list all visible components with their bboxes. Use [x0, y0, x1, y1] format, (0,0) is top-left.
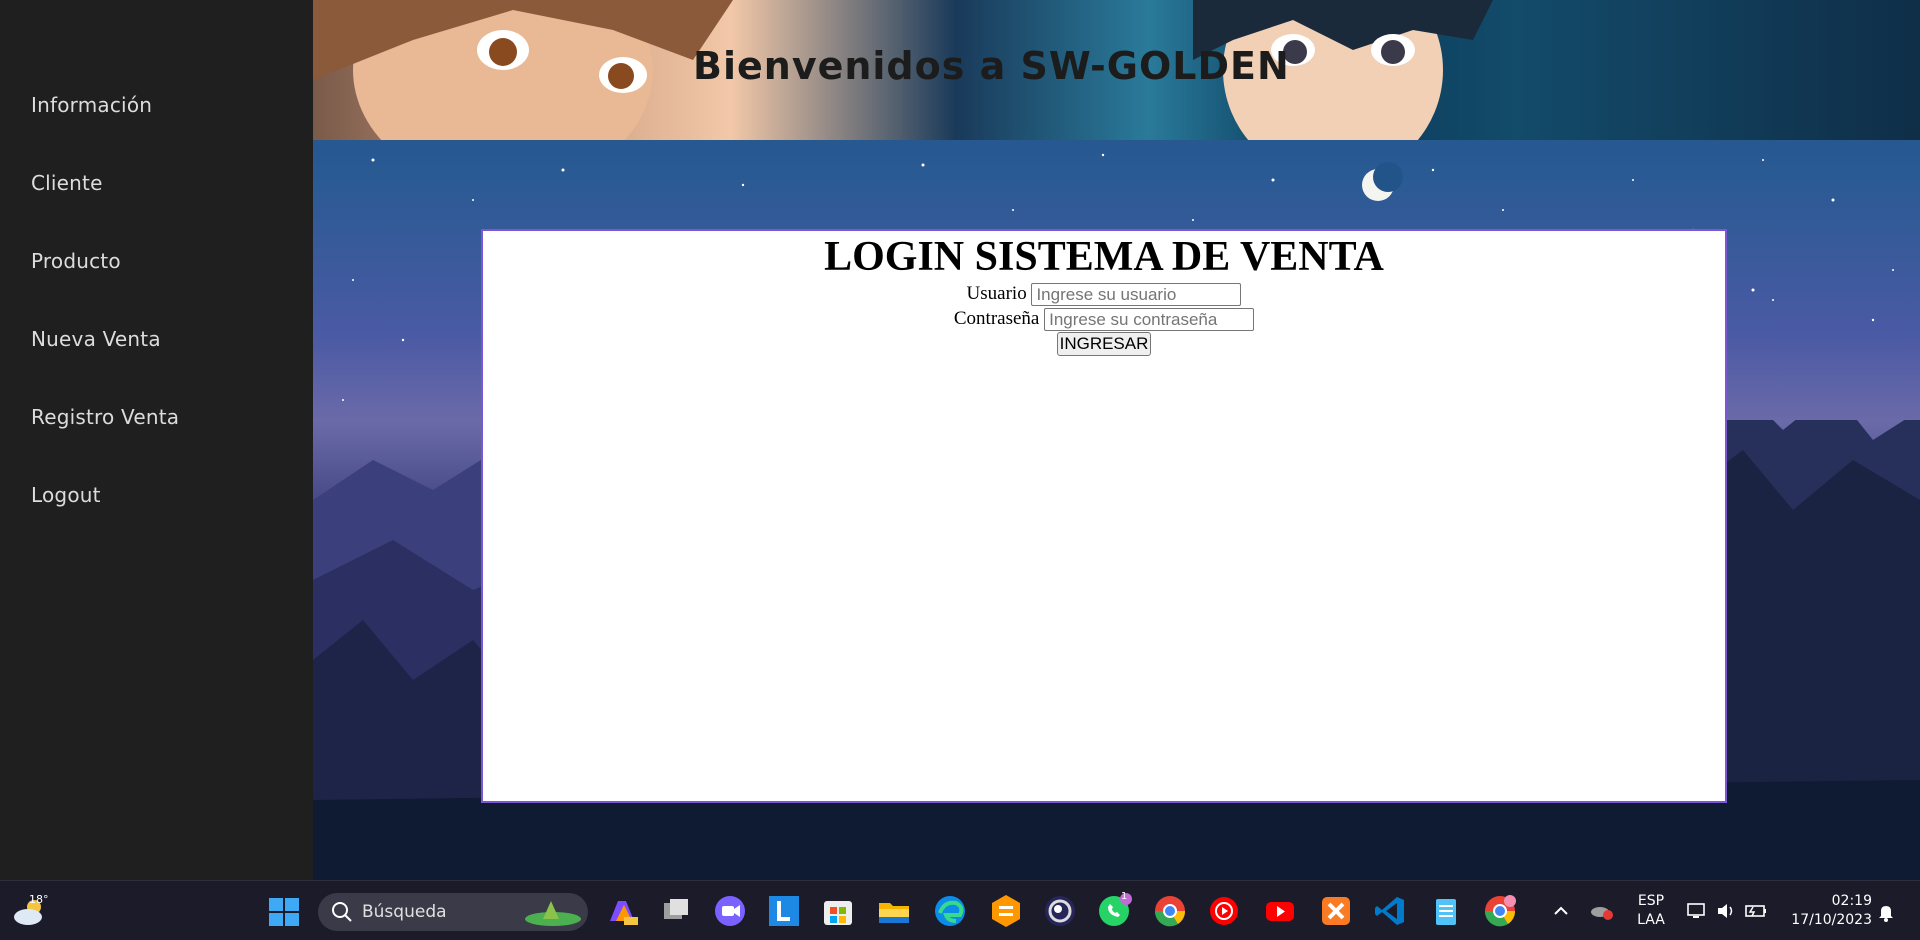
search-placeholder: Búsqueda: [362, 902, 447, 922]
xampp-icon[interactable]: [1318, 893, 1354, 929]
youtube-music-icon[interactable]: [1206, 893, 1242, 929]
header-banner: Bienvenidos a SW-GOLDEN: [313, 0, 1920, 140]
edge-icon[interactable]: [932, 893, 968, 929]
network-icon[interactable]: [1686, 901, 1708, 921]
whatsapp-badge: 1: [1121, 891, 1128, 902]
sidebar-item-nueva-venta[interactable]: Nueva Venta: [31, 327, 161, 351]
username-input[interactable]: [1031, 283, 1242, 307]
submit-row: INGRESAR: [483, 331, 1725, 357]
store-icon[interactable]: [820, 893, 856, 929]
sublime-icon[interactable]: [988, 893, 1024, 929]
taskbar: 18° Búsqueda 1 ESP LAA 02:19 17/10/2023: [0, 880, 1920, 940]
sidebar-item-cliente[interactable]: Cliente: [31, 171, 103, 195]
task-view-icon[interactable]: [658, 893, 694, 929]
notification-bell-icon[interactable]: [1876, 902, 1896, 922]
keyboard-layout[interactable]: LAA: [1634, 912, 1668, 928]
chevron-up-icon[interactable]: [1553, 903, 1569, 919]
whatsapp-icon[interactable]: 1: [1096, 891, 1132, 929]
language-indicator[interactable]: ESP: [1634, 893, 1668, 909]
password-label: Contraseña: [953, 308, 1040, 330]
clock-time[interactable]: 02:19: [1780, 893, 1872, 909]
sidebar: Información Cliente Producto Nueva Venta…: [0, 0, 313, 880]
sidebar-item-logout[interactable]: Logout: [31, 483, 101, 507]
screen: Información Cliente Producto Nueva Venta…: [0, 0, 1920, 940]
sidebar-item-registro-venta[interactable]: Registro Venta: [31, 405, 179, 429]
copilot-icon[interactable]: [604, 893, 640, 929]
search-icon: [332, 902, 352, 922]
search-highlight-icon: [525, 901, 581, 926]
battery-icon[interactable]: [1744, 901, 1768, 921]
banner-title: Bienvenidos a SW-GOLDEN: [693, 44, 1290, 88]
login-submit-button[interactable]: INGRESAR: [1056, 332, 1152, 357]
windows-icon: [269, 898, 299, 926]
username-label: Usuario: [966, 283, 1027, 304]
notepad-icon[interactable]: [1428, 893, 1464, 929]
l-app-icon[interactable]: [766, 893, 802, 929]
youtube-icon[interactable]: [1262, 893, 1298, 929]
password-row: Contraseña: [483, 306, 1725, 332]
sidebar-item-producto[interactable]: Producto: [31, 249, 121, 273]
main-content: Bienvenidos a SW-GOLDEN LOGIN SISTEMA DE…: [313, 0, 1920, 880]
login-title: LOGIN SISTEMA DE VENTA: [824, 234, 1384, 280]
volume-icon[interactable]: [1716, 901, 1736, 921]
taskbar-search[interactable]: Búsqueda: [318, 893, 588, 931]
weather-temperature: 18°: [29, 893, 49, 906]
password-input[interactable]: [1044, 308, 1255, 332]
start-button[interactable]: [268, 897, 300, 927]
video-call-icon[interactable]: [712, 893, 748, 929]
file-explorer-icon[interactable]: [876, 893, 912, 929]
username-row: Usuario: [483, 281, 1725, 307]
login-panel: LOGIN SISTEMA DE VENTA Usuario Contraseñ…: [481, 229, 1727, 803]
chrome-icon[interactable]: [1152, 893, 1188, 929]
cinema4d-icon[interactable]: [1042, 893, 1078, 929]
clock-date[interactable]: 17/10/2023: [1780, 912, 1872, 928]
sidebar-item-informacion[interactable]: Información: [31, 93, 152, 117]
vscode-icon[interactable]: [1372, 893, 1408, 929]
onedrive-error-icon[interactable]: [1590, 901, 1614, 921]
chrome-profile-icon[interactable]: [1482, 893, 1518, 929]
